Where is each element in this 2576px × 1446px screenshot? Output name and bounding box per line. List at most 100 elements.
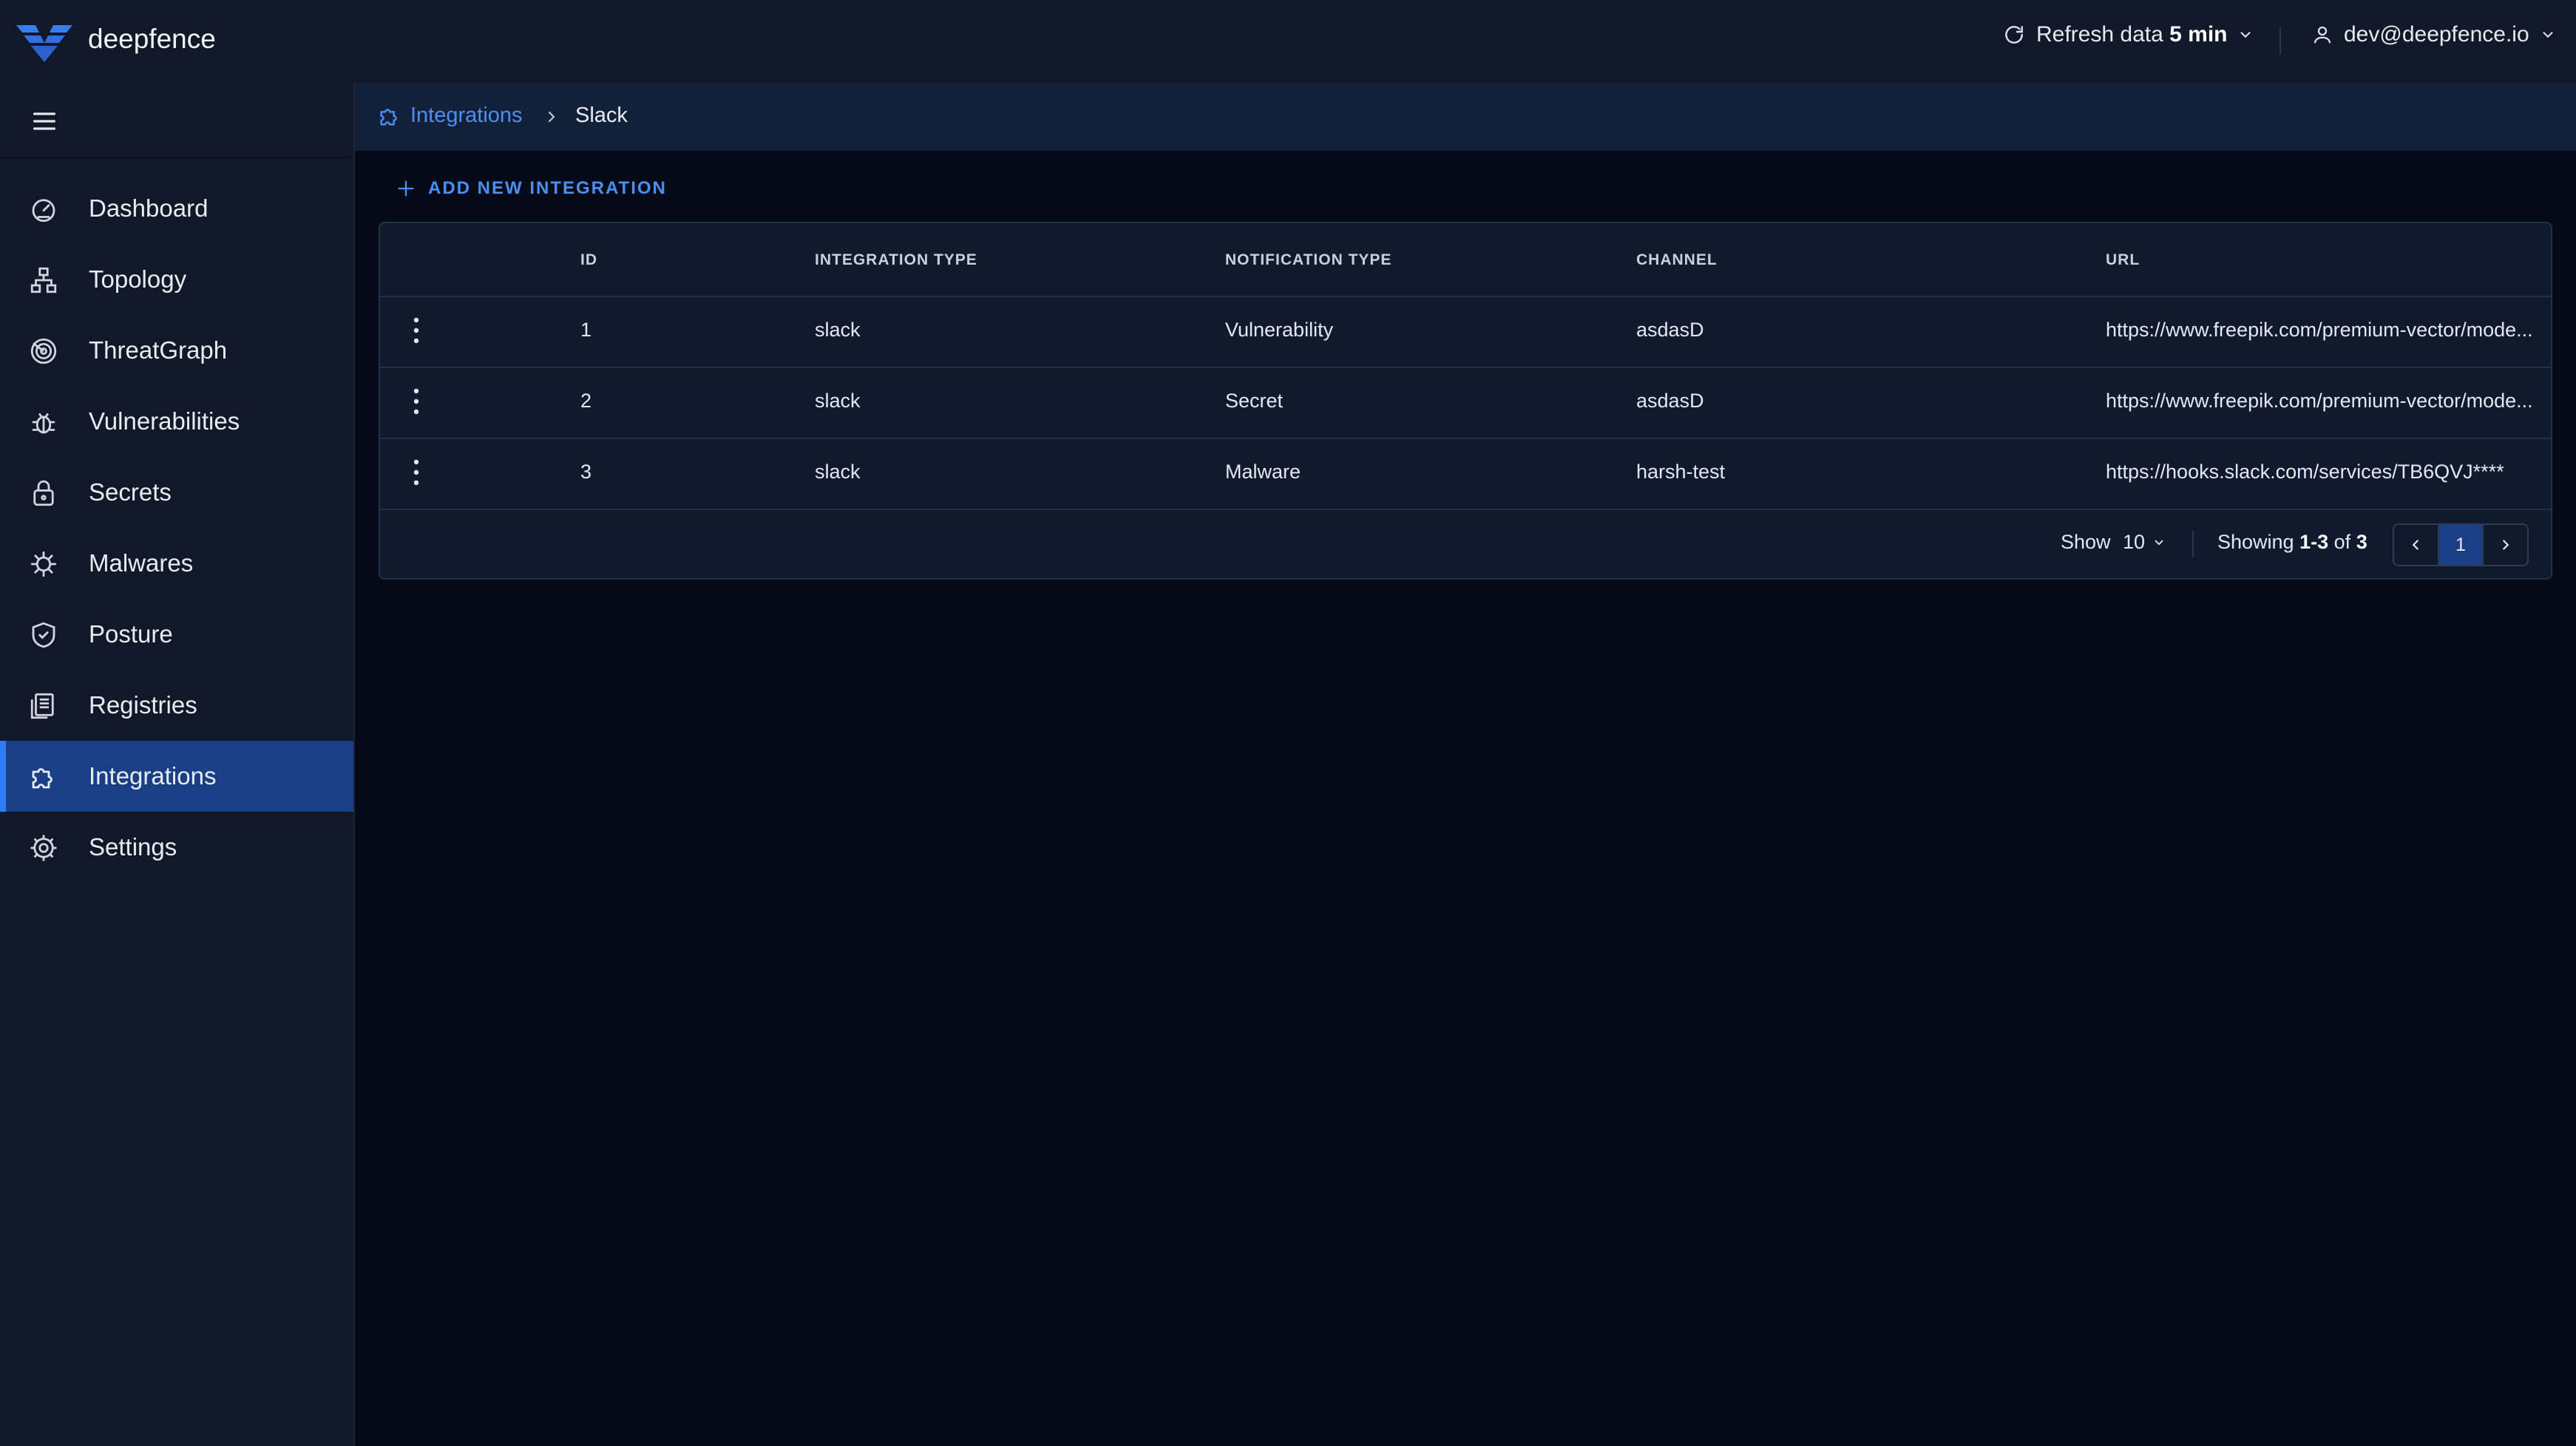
column-header-integration-type[interactable]: INTEGRATION TYPE: [815, 251, 977, 269]
page-size-select[interactable]: 10: [2123, 531, 2166, 554]
sidebar: Dashboard Topology ThreatGraph Vulnerabi…: [0, 83, 355, 1446]
cell-id: 2: [580, 390, 592, 412]
cell-notification-type: Malware: [1225, 461, 1301, 483]
column-header-id[interactable]: ID: [580, 251, 597, 269]
sidebar-item-label: Vulnerabilities: [89, 407, 240, 435]
hamburger-menu-icon[interactable]: [30, 106, 59, 136]
sidebar-item-label: Topology: [89, 265, 187, 293]
puzzle-icon: [28, 761, 59, 792]
sidebar-item-label: Registries: [89, 691, 197, 719]
lock-icon: [28, 478, 59, 509]
sidebar-item-dashboard[interactable]: Dashboard: [0, 173, 353, 244]
threatgraph-icon: [28, 336, 59, 367]
cell-id: 1: [580, 319, 592, 341]
cell-url: https://www.freepik.com/premium-vector/m…: [2106, 390, 2533, 412]
column-header-url[interactable]: URL: [2106, 251, 2140, 269]
sidebar-item-label: Dashboard: [89, 194, 209, 222]
cell-integration-type: slack: [815, 319, 861, 341]
gear-icon: [28, 832, 59, 863]
cell-integration-type: slack: [815, 461, 861, 483]
sidebar-item-settings[interactable]: Settings: [0, 812, 353, 883]
cell-url: https://hooks.slack.com/services/TB6QVJ*…: [2106, 461, 2504, 483]
page-size-label: Show: [2061, 531, 2111, 553]
puzzle-icon: [377, 103, 402, 129]
more-actions-icon[interactable]: [411, 387, 421, 415]
table-header: ID INTEGRATION TYPE NOTIFICATION TYPE CH…: [380, 223, 2551, 297]
cell-integration-type: slack: [815, 390, 861, 412]
top-bar: deepfence Refresh data 5 min dev@deepfen…: [0, 0, 2576, 84]
cell-channel: asdasD: [1636, 390, 1704, 412]
chevron-down-icon: [2540, 27, 2556, 43]
column-header-notification-type[interactable]: NOTIFICATION TYPE: [1225, 251, 1392, 269]
sidebar-item-label: Secrets: [89, 478, 172, 506]
user-email: dev@deepfence.io: [2344, 22, 2529, 47]
sidebar-divider: [0, 157, 353, 158]
user-menu-dropdown[interactable]: dev@deepfence.io: [2311, 22, 2556, 47]
sidebar-item-posture[interactable]: Posture: [0, 599, 353, 670]
sidebar-item-label: Settings: [89, 833, 177, 861]
user-icon: [2311, 24, 2333, 46]
refresh-label: Refresh data: [2036, 22, 2163, 47]
table-pagination: Show 10 Showing 1-3 of 3 1: [380, 509, 2551, 580]
dashboard-icon: [28, 194, 59, 225]
chevron-down-icon: [2152, 536, 2166, 549]
showing-range: Showing 1-3 of 3: [2217, 531, 2367, 554]
column-header-channel[interactable]: CHANNEL: [1636, 251, 1718, 269]
shield-icon: [28, 620, 59, 651]
page-size-value: 10: [2123, 531, 2146, 553]
chevron-left-icon: [2407, 537, 2424, 553]
topology-icon: [28, 265, 59, 296]
registries-icon: [28, 690, 59, 722]
deepfence-logo-icon[interactable]: [16, 21, 72, 62]
cell-channel: asdasD: [1636, 319, 1704, 341]
sidebar-item-threatgraph[interactable]: ThreatGraph: [0, 315, 353, 386]
virus-icon: [28, 549, 59, 580]
cell-id: 3: [580, 461, 592, 483]
refresh-interval: 5 min: [2169, 22, 2228, 47]
refresh-data-dropdown[interactable]: Refresh data 5 min: [2002, 22, 2254, 47]
sidebar-item-integrations[interactable]: Integrations: [0, 741, 353, 812]
next-page-button[interactable]: [2484, 525, 2527, 565]
sidebar-item-malwares[interactable]: Malwares: [0, 528, 353, 599]
sidebar-item-label: Malwares: [89, 549, 194, 577]
table-row: 2 slack Secret asdasD https://www.freepi…: [380, 367, 2551, 439]
showing-total: 3: [2356, 531, 2367, 553]
cell-notification-type: Vulnerability: [1225, 319, 1334, 341]
sidebar-item-vulnerabilities[interactable]: Vulnerabilities: [0, 386, 353, 457]
plus-icon: [396, 178, 416, 199]
breadcrumb: Integrations Slack: [355, 83, 2576, 151]
integrations-table: ID INTEGRATION TYPE NOTIFICATION TYPE CH…: [379, 222, 2552, 580]
showing-prefix: Showing: [2217, 531, 2294, 553]
showing-of: of: [2333, 531, 2351, 553]
showing-range-value: 1-3: [2299, 531, 2329, 553]
bug-icon: [28, 407, 59, 438]
sidebar-item-secrets[interactable]: Secrets: [0, 457, 353, 528]
more-actions-icon[interactable]: [411, 316, 421, 344]
table-row: 3 slack Malware harsh-test https://hooks…: [380, 438, 2551, 510]
sidebar-item-label: Posture: [89, 620, 173, 648]
topbar-divider: [2280, 27, 2281, 55]
sidebar-item-label: ThreatGraph: [89, 336, 228, 364]
pagination-divider: [2192, 531, 2194, 557]
more-actions-icon[interactable]: [411, 458, 421, 486]
cell-channel: harsh-test: [1636, 461, 1726, 483]
breadcrumb-current: Slack: [575, 103, 628, 127]
brand-name: deepfence: [88, 24, 216, 54]
sidebar-nav: Dashboard Topology ThreatGraph Vulnerabi…: [0, 173, 353, 883]
chevron-down-icon: [2237, 27, 2254, 43]
cell-url: https://www.freepik.com/premium-vector/m…: [2106, 319, 2533, 341]
sidebar-item-registries[interactable]: Registries: [0, 670, 353, 741]
chevron-right-icon: [543, 106, 560, 127]
breadcrumb-integrations-link[interactable]: Integrations: [410, 103, 523, 128]
prev-page-button[interactable]: [2394, 525, 2438, 565]
table-row: 1 slack Vulnerability asdasD https://www…: [380, 296, 2551, 368]
refresh-icon: [2002, 23, 2026, 47]
add-new-integration-button[interactable]: ADD NEW INTEGRATION: [396, 178, 667, 199]
sidebar-item-label: Integrations: [89, 762, 217, 790]
pager: 1: [2393, 523, 2529, 566]
sidebar-item-topology[interactable]: Topology: [0, 244, 353, 315]
chevron-right-icon: [2498, 537, 2514, 553]
page-button-current[interactable]: 1: [2437, 525, 2484, 565]
cell-notification-type: Secret: [1225, 390, 1284, 412]
add-new-integration-label: ADD NEW INTEGRATION: [428, 178, 667, 198]
